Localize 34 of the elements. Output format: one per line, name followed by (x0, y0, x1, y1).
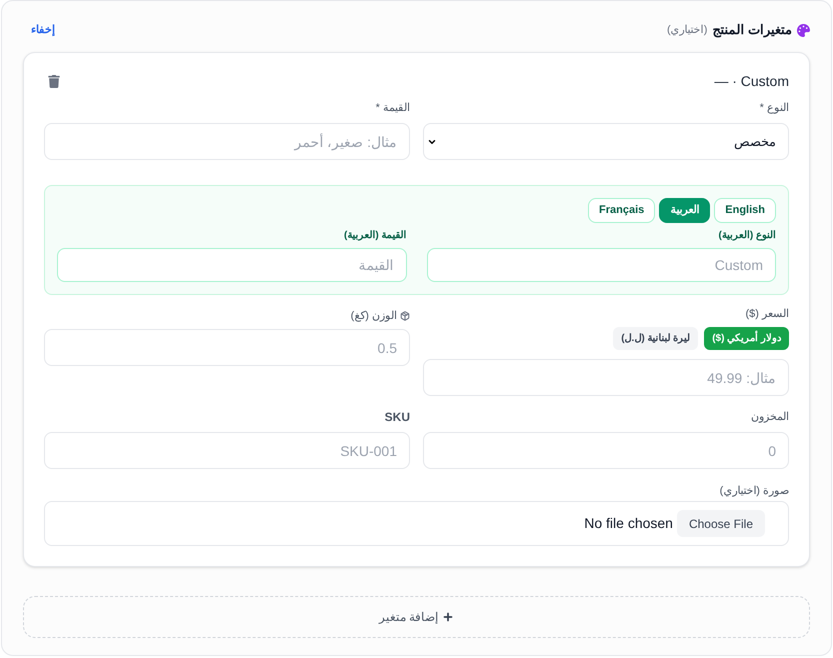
value-input[interactable]: مثال: صغير، أحمر (44, 123, 410, 160)
field-label: SKU (384, 410, 410, 424)
field-label: القيمة (العربية) (343, 229, 406, 243)
value-translation-input[interactable]: القيمة (57, 248, 406, 282)
section-title: متغيرات المنتج (712, 21, 792, 40)
field-label: النوع (العربية) (718, 229, 776, 243)
field-label: النوع * (758, 101, 789, 115)
package-icon (400, 311, 410, 321)
currency-toggle[interactable]: ليرة لبنانية (ل.ل) (613, 327, 698, 350)
weight-input[interactable]: 0.5 (44, 329, 410, 366)
file-input[interactable]: No file chosen Choose File (44, 501, 789, 546)
price-input[interactable]: مثال: 49.99 (423, 359, 789, 396)
field-label: القيمة * (374, 101, 410, 115)
field-label: السعر ($) (744, 307, 789, 321)
language-tab[interactable]: English (714, 198, 776, 223)
language-tab[interactable]: Français (588, 198, 656, 223)
add-variant-button[interactable]: إضافة متغير (23, 596, 810, 638)
field-label: صورة (اختياري) (718, 484, 789, 498)
language-tab[interactable]: العربية (659, 198, 710, 223)
variant-heading: Custom · — (714, 72, 789, 91)
palette-icon (797, 24, 810, 36)
plus-icon (442, 611, 454, 623)
hide-link[interactable]: إخفاء (31, 22, 55, 38)
optional-note: (اختياري) (667, 22, 708, 38)
file-status: No file chosen (584, 514, 673, 533)
field-label: الوزن (كغ) (350, 309, 397, 323)
choose-file-button[interactable]: Choose File (676, 510, 765, 537)
field-label: المخزون (750, 410, 789, 424)
stock-input[interactable]: 0 (423, 432, 789, 469)
type-select[interactable]: مخصص (423, 123, 789, 160)
type-translation-input[interactable]: Custom (426, 248, 776, 282)
currency-toggle[interactable]: دولار أمريكي ($) (704, 327, 789, 350)
sku-input[interactable]: SKU-001 (44, 432, 410, 469)
trash-icon[interactable] (48, 74, 60, 88)
